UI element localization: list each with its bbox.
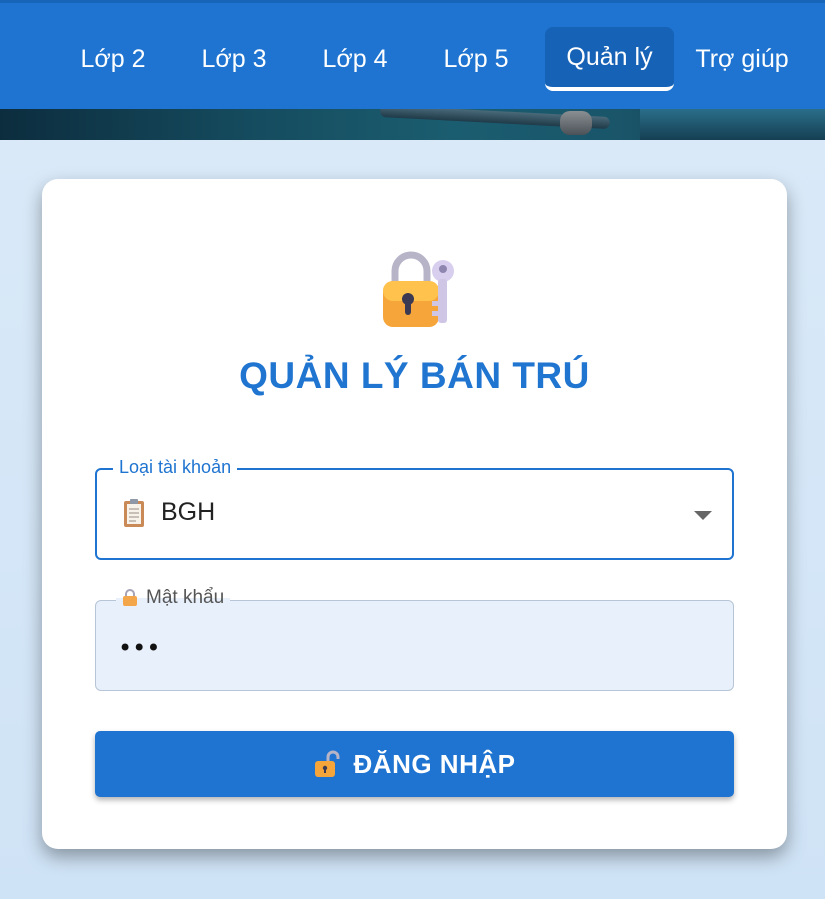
nav-item-lop-5[interactable]: Lớp 5 bbox=[429, 27, 523, 91]
banner-pen-tip bbox=[560, 111, 592, 135]
unlock-icon bbox=[314, 750, 340, 777]
lock-with-key-icon bbox=[383, 251, 454, 327]
password-label: Mật khẩu bbox=[146, 587, 225, 608]
nav-item-tro-giup[interactable]: Trợ giúp bbox=[692, 27, 792, 91]
login-button-label: ĐĂNG NHẬP bbox=[353, 748, 516, 779]
clipboard-icon bbox=[124, 499, 144, 527]
login-button[interactable]: ĐĂNG NHẬP bbox=[95, 731, 734, 797]
page-title: QUẢN LÝ BÁN TRÚ bbox=[239, 355, 590, 396]
nav-item-lop-3[interactable]: Lớp 3 bbox=[187, 27, 281, 91]
nav-item-quan-ly[interactable]: Quản lý bbox=[545, 27, 674, 91]
login-card: QUẢN LÝ BÁN TRÚ Loại tài khoản BGH Mật k… bbox=[42, 179, 787, 849]
password-label-group: Mật khẩu bbox=[116, 587, 231, 609]
header-banner-image bbox=[0, 109, 825, 140]
banner-book bbox=[640, 109, 825, 140]
account-type-label: Loại tài khoản bbox=[113, 457, 238, 478]
nav-item-lop-4[interactable]: Lớp 4 bbox=[308, 27, 402, 91]
lock-icon bbox=[123, 589, 137, 606]
main-nav: Lớp 2 Lớp 3 Lớp 4 Lớp 5 Quản lý Trợ giúp bbox=[0, 3, 825, 112]
nav-item-lop-2[interactable]: Lớp 2 bbox=[66, 27, 160, 91]
password-field-wrap: Mật khẩu bbox=[95, 587, 734, 691]
account-type-value: BGH bbox=[161, 498, 216, 526]
top-nav-bar: Lớp 2 Lớp 3 Lớp 4 Lớp 5 Quản lý Trợ giúp bbox=[0, 0, 825, 109]
account-type-select[interactable]: Loại tài khoản BGH bbox=[95, 457, 734, 560]
dropdown-arrow-icon[interactable] bbox=[694, 511, 712, 520]
password-input[interactable] bbox=[118, 633, 708, 663]
